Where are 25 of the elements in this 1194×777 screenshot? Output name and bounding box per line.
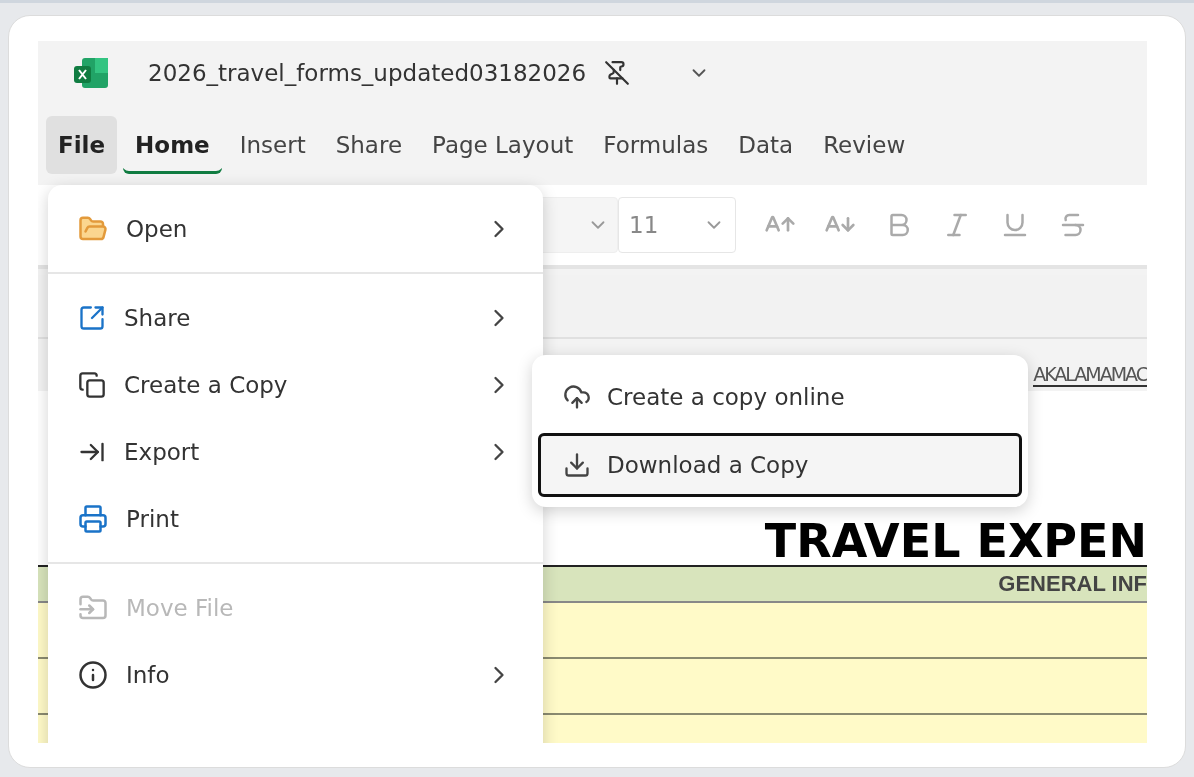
- ribbon-tab[interactable]: Formulas: [591, 116, 721, 174]
- ribbon-tab[interactable]: File: [46, 116, 118, 174]
- copy-icon: [78, 370, 106, 399]
- ribbon-tab[interactable]: Data: [726, 116, 806, 174]
- cloud-plus-icon: [563, 383, 591, 411]
- ribbon-tab[interactable]: Review: [811, 116, 918, 174]
- font-size-dropdown[interactable]: 11: [618, 197, 736, 253]
- submenu-item[interactable]: Create a copy online: [538, 365, 1022, 429]
- spreadsheet-app-icon: [74, 58, 108, 88]
- menu-item[interactable]: Share: [48, 284, 543, 351]
- column-headers: AKALAMAMAC: [1033, 363, 1147, 387]
- sheet-title: TRAVEL EXPEN: [764, 517, 1147, 565]
- menu-item[interactable]: Open: [48, 195, 543, 262]
- menu-item[interactable]: Info: [48, 641, 543, 708]
- file-name: 2026_travel_forms_updated03182026: [148, 60, 587, 86]
- ribbon-tab[interactable]: Home: [123, 116, 222, 174]
- ribbon-tab[interactable]: Insert: [227, 116, 318, 174]
- printer-icon: [78, 503, 108, 534]
- ribbon-tab[interactable]: Share: [323, 116, 415, 174]
- info-icon: [78, 659, 108, 690]
- submenu-item[interactable]: Download a Copy: [538, 433, 1022, 497]
- pin-off-icon[interactable]: [604, 60, 631, 86]
- share-icon: [78, 303, 106, 332]
- download-icon: [563, 451, 591, 479]
- ribbon-tab[interactable]: Page Layout: [420, 116, 586, 174]
